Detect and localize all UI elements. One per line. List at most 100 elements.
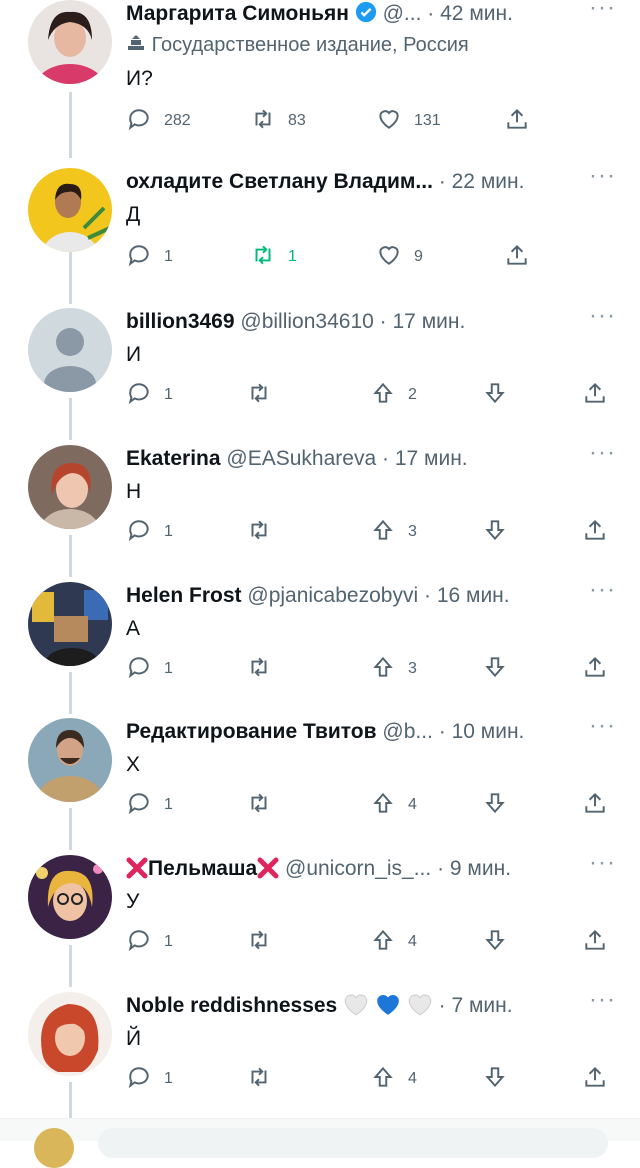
retweet-button[interactable]: [246, 790, 272, 820]
downvote-button[interactable]: [482, 380, 508, 410]
tweet[interactable]: Noble reddishnesses · 7 мин. ··· Й 1 4: [0, 986, 640, 1129]
tweet-text: Д: [126, 203, 141, 226]
action-bar: 1 3: [126, 517, 616, 547]
downvote-button[interactable]: [482, 790, 508, 820]
reply-button[interactable]: 1: [126, 790, 173, 820]
downvote-button[interactable]: [482, 1064, 508, 1094]
downvote-button[interactable]: [482, 927, 508, 957]
timestamp[interactable]: 9 мин.: [450, 857, 511, 880]
avatar[interactable]: [28, 308, 112, 392]
author-name[interactable]: Пельмаша: [148, 857, 257, 880]
author-handle[interactable]: @billion34610: [240, 310, 373, 333]
timestamp[interactable]: 7 мин.: [451, 994, 512, 1017]
retweet-button[interactable]: [246, 380, 272, 410]
more-options-icon[interactable]: ···: [589, 439, 616, 467]
avatar[interactable]: [28, 718, 112, 802]
upvote-icon: [370, 517, 396, 548]
reply-button[interactable]: 1: [126, 242, 173, 272]
author-name[interactable]: Редактирование Твитов: [126, 720, 377, 743]
share-button[interactable]: [582, 927, 608, 957]
upvote-button[interactable]: 4: [370, 927, 417, 957]
like-button[interactable]: 131: [376, 106, 441, 136]
upvote-icon: [370, 380, 396, 411]
avatar[interactable]: [28, 582, 112, 666]
timestamp[interactable]: 42 мин.: [440, 2, 513, 25]
timestamp[interactable]: 16 мин.: [437, 584, 510, 607]
state-media-label[interactable]: Государственное издание, Россия: [126, 30, 469, 60]
reply-button[interactable]: 282: [126, 106, 191, 136]
retweet-button[interactable]: [246, 927, 272, 957]
tweet-header: Пельмаша @unicorn_is_... · 9 мин.: [126, 853, 584, 885]
more-options-icon[interactable]: ···: [589, 986, 616, 1014]
more-options-icon[interactable]: ···: [589, 302, 616, 330]
downvote-button[interactable]: [482, 517, 508, 547]
reply-button[interactable]: 1: [126, 654, 173, 684]
upvote-button[interactable]: 3: [370, 654, 417, 684]
tweet-header: охладите Светлану Владим... · 22 мин.: [126, 166, 584, 198]
author-name[interactable]: охладите Светлану Владим...: [126, 170, 433, 193]
downvote-button[interactable]: [482, 654, 508, 684]
like-button[interactable]: 9: [376, 242, 423, 272]
tweet[interactable]: охладите Светлану Владим... · 22 мин. ··…: [0, 162, 640, 305]
share-button[interactable]: [504, 242, 530, 272]
avatar[interactable]: [28, 168, 112, 252]
reply-button[interactable]: 1: [126, 380, 173, 410]
retweet-button[interactable]: 83: [250, 106, 306, 136]
avatar[interactable]: [28, 855, 112, 939]
reply-input[interactable]: [98, 1128, 608, 1158]
author-name[interactable]: billion3469: [126, 310, 235, 333]
timestamp[interactable]: 17 мин.: [393, 310, 466, 333]
tweet[interactable]: Маргарита Симоньян @... · 42 мин. ··· Го…: [0, 0, 640, 137]
avatar[interactable]: [28, 992, 112, 1076]
author-name[interactable]: Маргарита Симоньян: [126, 2, 349, 25]
reply-icon: [126, 790, 152, 821]
author-name[interactable]: Noble reddishnesses: [126, 994, 337, 1017]
timestamp[interactable]: 22 мин.: [452, 170, 525, 193]
reply-button[interactable]: 1: [126, 517, 173, 547]
more-options-icon[interactable]: ···: [589, 0, 616, 22]
more-options-icon[interactable]: ···: [589, 576, 616, 604]
author-name[interactable]: Helen Frost: [126, 584, 242, 607]
upvote-button[interactable]: 3: [370, 517, 417, 547]
tweet[interactable]: Ekaterina @EASukhareva · 17 мин. ··· Н 1…: [0, 439, 640, 582]
retweet-button[interactable]: [246, 1064, 272, 1094]
author-handle[interactable]: @...: [383, 2, 422, 25]
tweet-text: У: [126, 890, 140, 913]
upvote-button[interactable]: 4: [370, 790, 417, 820]
tweet[interactable]: billion3469 @billion34610 · 17 мин. ··· …: [0, 302, 640, 445]
share-button[interactable]: [582, 790, 608, 820]
timestamp[interactable]: 17 мин.: [395, 447, 468, 470]
more-options-icon[interactable]: ···: [589, 712, 616, 740]
upvote-button[interactable]: 2: [370, 380, 417, 410]
author-handle[interactable]: @pjanicabezobyvi: [247, 584, 418, 607]
reply-button[interactable]: 1: [126, 1064, 173, 1094]
tweet[interactable]: Пельмаша @unicorn_is_... · 9 мин. ··· У …: [0, 849, 640, 992]
share-button[interactable]: [504, 106, 530, 136]
more-options-icon[interactable]: ···: [589, 849, 616, 877]
avatar[interactable]: [28, 445, 112, 529]
upvote-count: 3: [408, 660, 417, 677]
share-icon: [582, 927, 608, 958]
like-count: 9: [414, 248, 423, 265]
share-icon: [504, 242, 530, 273]
author-handle[interactable]: @unicorn_is_...: [285, 857, 431, 880]
share-button[interactable]: [582, 517, 608, 547]
tweet[interactable]: Редактирование Твитов @b... · 10 мин. ··…: [0, 712, 640, 855]
author-name[interactable]: Ekaterina: [126, 447, 221, 470]
share-button[interactable]: [582, 654, 608, 684]
author-handle[interactable]: @EASukhareva: [226, 447, 376, 470]
retweet-button[interactable]: 1: [250, 242, 297, 272]
tweet[interactable]: Helen Frost @pjanicabezobyvi · 16 мин. ·…: [0, 576, 640, 719]
timestamp[interactable]: 10 мин.: [452, 720, 525, 743]
author-handle[interactable]: @b...: [382, 720, 433, 743]
reply-button[interactable]: 1: [126, 927, 173, 957]
retweet-button[interactable]: [246, 654, 272, 684]
retweet-icon: [246, 927, 272, 958]
tweet-text: А: [126, 617, 141, 640]
avatar[interactable]: [28, 0, 112, 84]
share-button[interactable]: [582, 380, 608, 410]
upvote-button[interactable]: 4: [370, 1064, 417, 1094]
more-options-icon[interactable]: ···: [589, 162, 616, 190]
share-button[interactable]: [582, 1064, 608, 1094]
retweet-button[interactable]: [246, 517, 272, 547]
